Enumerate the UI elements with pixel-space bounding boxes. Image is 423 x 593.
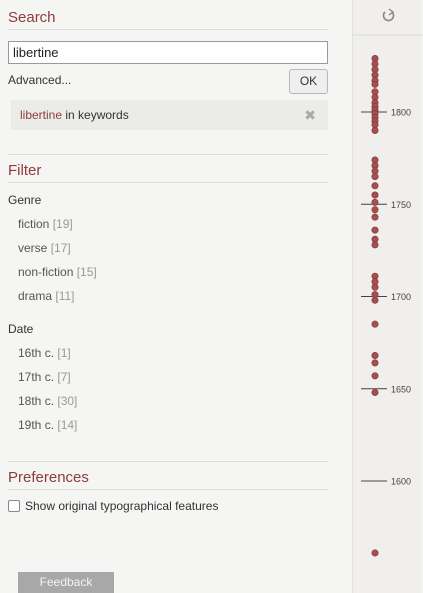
facet-label: 19th c.: [18, 418, 55, 432]
genre-facet-label: Genre: [8, 193, 42, 207]
facet-label: 18th c.: [18, 394, 55, 408]
feedback-button[interactable]: Feedback: [18, 572, 114, 593]
timeline-document-dot[interactable]: [371, 226, 379, 234]
facet-count: [1]: [57, 346, 71, 360]
timeline-tick-label: 1750: [391, 200, 411, 210]
facet-item-non-fiction[interactable]: non-fiction [15]: [18, 265, 97, 279]
timeline-document-dot[interactable]: [371, 352, 379, 360]
facet-count: [17]: [50, 241, 71, 255]
facet-label: fiction: [18, 217, 50, 231]
facet-count: [11]: [55, 289, 75, 303]
timeline-document-dot[interactable]: [371, 549, 379, 557]
sidebar-panel: Search Advanced... OK libertine in keywo…: [0, 0, 330, 593]
timeline-document-dot[interactable]: [371, 182, 379, 190]
facet-item-drama[interactable]: drama [11]: [18, 289, 74, 303]
advanced-search-link[interactable]: Advanced...: [8, 73, 71, 87]
facet-item-17th-century[interactable]: 17th c. [7]: [18, 370, 71, 384]
timeline-tick-label: 1600: [391, 477, 411, 487]
timeline-document-dot[interactable]: [371, 213, 379, 221]
active-search-term: libertine in keywords ✖: [11, 100, 328, 130]
facet-label: drama: [18, 289, 53, 303]
ok-button[interactable]: OK: [289, 69, 328, 94]
timeline-tick-label: 1800: [391, 108, 411, 118]
facet-item-verse[interactable]: verse [17]: [18, 241, 71, 255]
timeline-document-dot[interactable]: [371, 241, 379, 249]
facet-count: [15]: [76, 265, 97, 279]
facet-count: [7]: [57, 370, 71, 384]
facet-count: [19]: [52, 217, 73, 231]
facet-item-16th-century[interactable]: 16th c. [1]: [18, 346, 71, 360]
facet-label: non-fiction: [18, 265, 74, 279]
timeline-document-dot[interactable]: [371, 388, 379, 396]
facet-item-fiction[interactable]: fiction [19]: [18, 217, 73, 231]
timeline-panel[interactable]: 1800 1750 1700 1650 1600: [352, 0, 423, 593]
preferences-section-title: Preferences: [8, 461, 328, 490]
facet-count: [14]: [57, 418, 78, 432]
timeline-document-dot[interactable]: [371, 320, 379, 328]
timeline-document-dot[interactable]: [371, 296, 379, 304]
typography-checkbox[interactable]: Show original typographical features: [8, 499, 218, 513]
timeline-chart[interactable]: 1800 1750 1700 1650 1600: [353, 0, 423, 593]
date-facet-label: Date: [8, 322, 34, 336]
filter-section-title: Filter: [8, 154, 328, 183]
timeline-document-dot[interactable]: [371, 372, 379, 380]
facet-item-19th-century[interactable]: 19th c. [14]: [18, 418, 77, 432]
facet-item-18th-century[interactable]: 18th c. [30]: [18, 394, 77, 408]
timeline-document-dot[interactable]: [371, 126, 379, 134]
facet-label: verse: [18, 241, 48, 255]
timeline-document-dot[interactable]: [371, 198, 379, 206]
timeline-tick-label: 1650: [391, 384, 411, 394]
search-term-value: libertine: [20, 108, 63, 122]
facet-label: 17th c.: [18, 370, 55, 384]
timeline-document-dot[interactable]: [371, 173, 379, 181]
facet-label: 16th c.: [18, 346, 55, 360]
search-input[interactable]: [8, 41, 328, 64]
facet-count: [30]: [57, 394, 78, 408]
close-icon[interactable]: ✖: [304, 107, 316, 124]
timeline-tick-label: 1700: [391, 292, 411, 302]
timeline-document-dot[interactable]: [371, 191, 379, 199]
timeline-document-dot[interactable]: [371, 359, 379, 367]
timeline-document-dot[interactable]: [371, 283, 379, 291]
timeline-document-dot[interactable]: [371, 206, 379, 214]
refresh-icon[interactable]: [382, 8, 395, 22]
timeline-document-dot[interactable]: [371, 80, 379, 88]
search-section-title: Search: [8, 9, 328, 30]
checkbox-box[interactable]: [8, 500, 20, 512]
search-term-scope: in keywords: [62, 108, 129, 122]
checkbox-label: Show original typographical features: [25, 499, 219, 513]
